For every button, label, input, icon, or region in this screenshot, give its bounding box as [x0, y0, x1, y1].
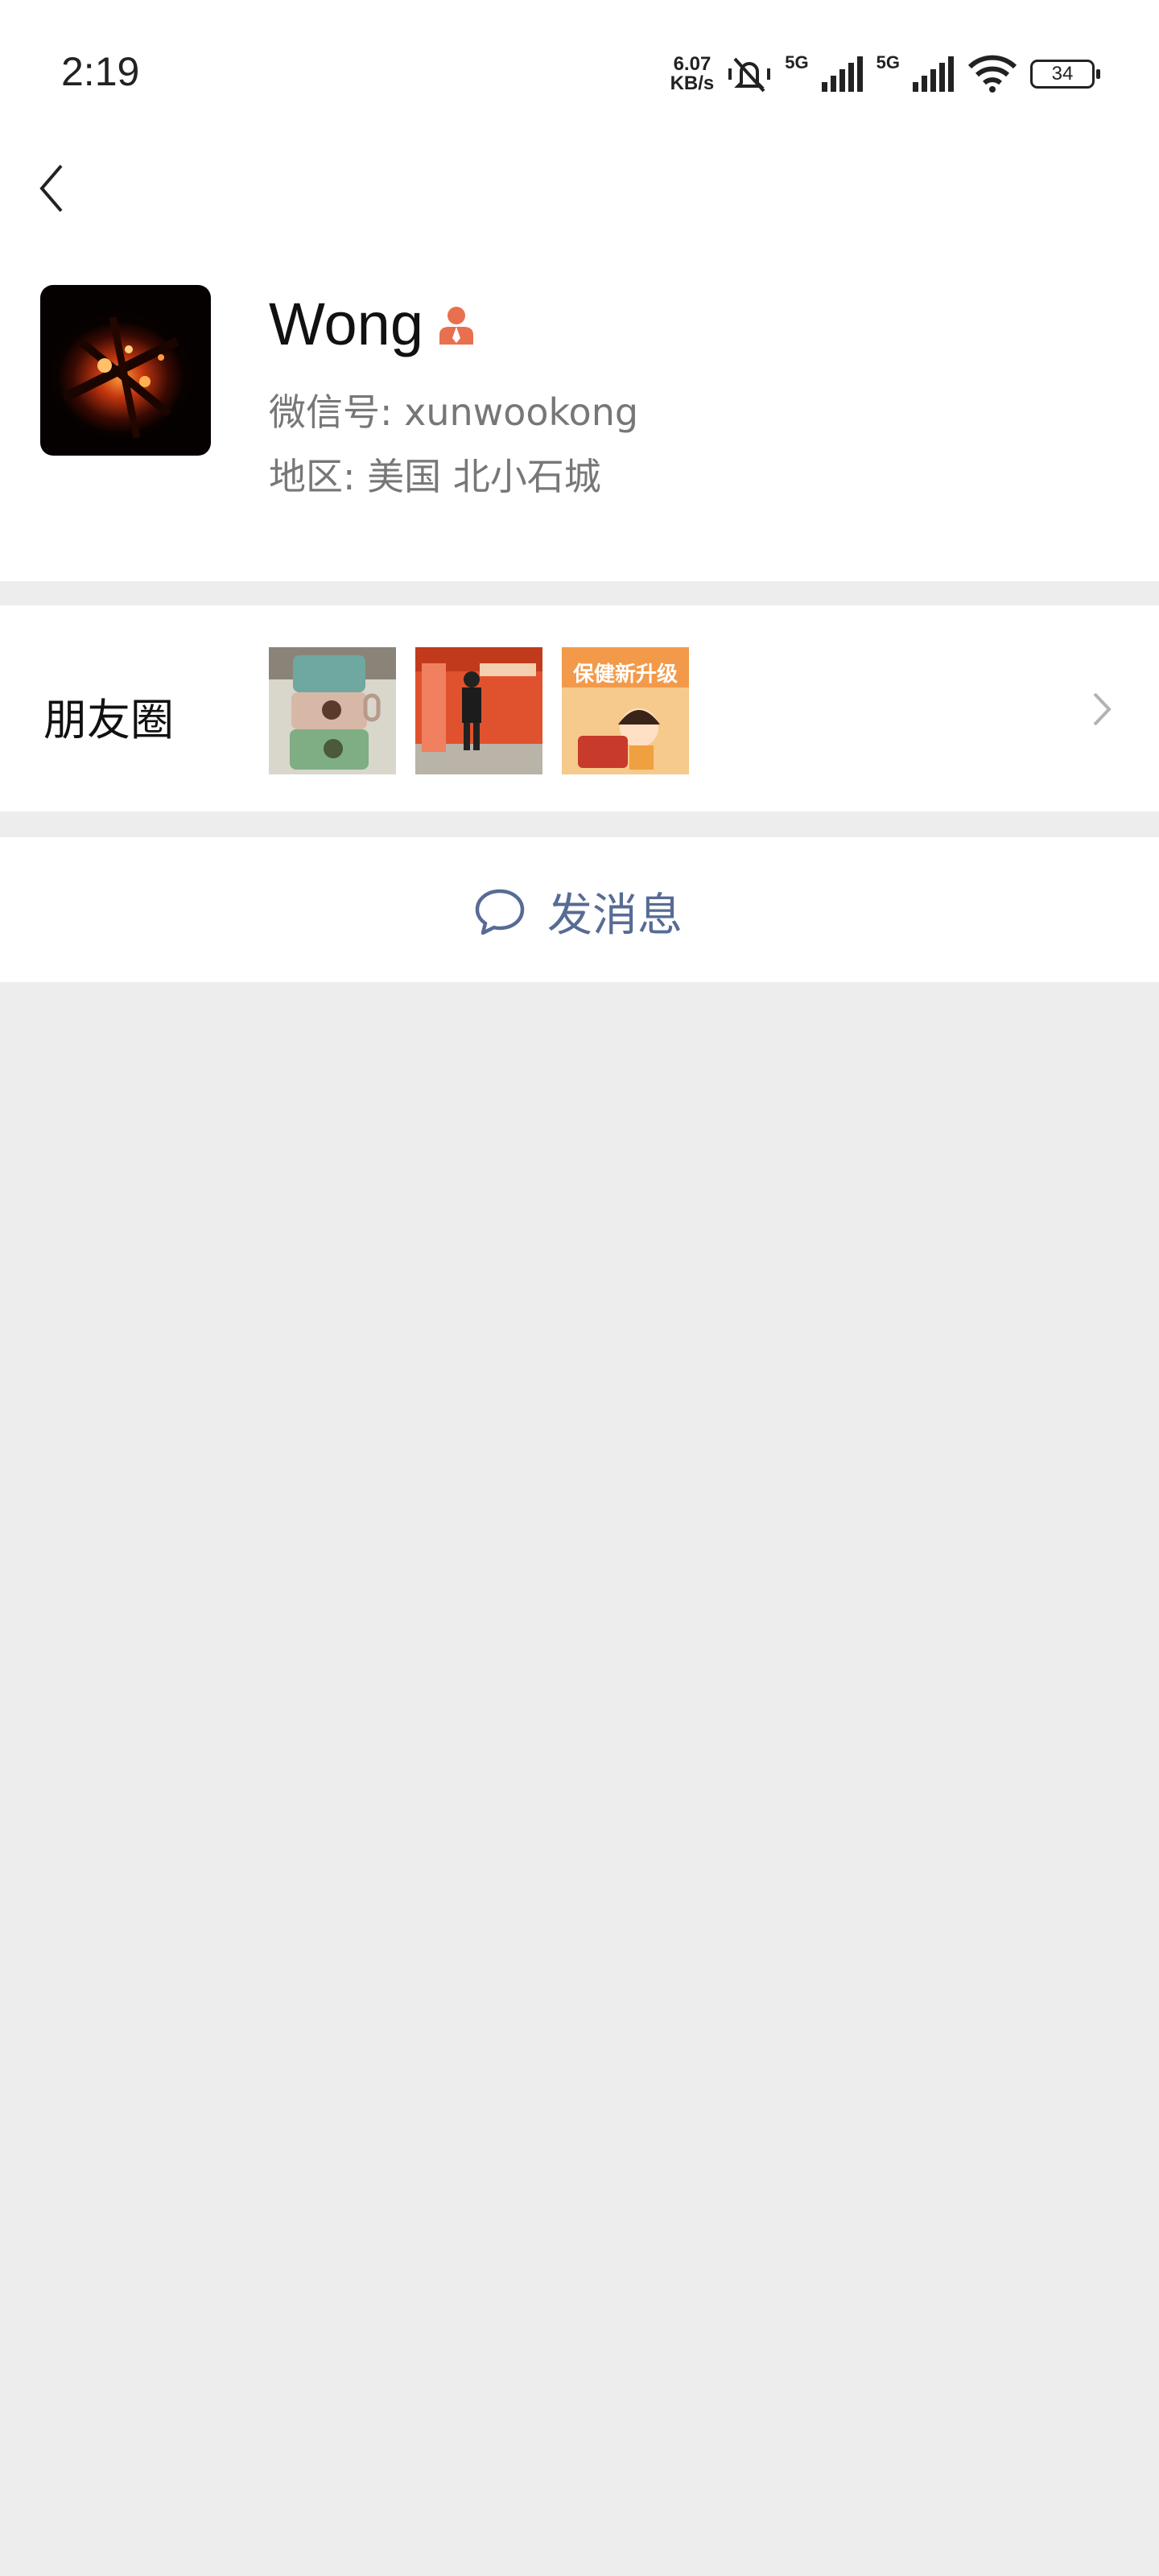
signal-strength-icon: [913, 56, 954, 92]
network-speed-value: 6.07: [673, 53, 711, 75]
sim1-network-type: 5G: [785, 52, 809, 72]
send-message-button[interactable]: 发消息: [0, 837, 1159, 982]
thumbnail-image: [415, 647, 542, 774]
status-icons: 6.07 KB/s 5G 5G 34: [670, 50, 1100, 98]
status-bar: 2:19 6.07 KB/s 5G 5G 34: [0, 0, 1159, 145]
moments-label: 朋友圈: [43, 695, 174, 745]
avatar[interactable]: [40, 285, 211, 456]
sim2-network-type: 5G: [876, 52, 900, 72]
region: 地区: 美国 北小石城: [269, 455, 601, 498]
chevron-left-icon: [39, 164, 63, 213]
mute-vibrate-icon: [728, 57, 771, 93]
thumbnail-image: 保健新升级: [562, 647, 689, 774]
moments-thumbnail: [415, 647, 542, 774]
network-speed-unit: KB/s: [670, 72, 715, 94]
moments-thumbnail: [269, 647, 396, 774]
gender-badge-icon: [439, 306, 473, 345]
back-button[interactable]: [32, 153, 72, 217]
contact-name: Wong: [269, 291, 423, 357]
network-speed: 6.07 KB/s: [670, 55, 715, 93]
wechat-id: 微信号: xunwookong: [269, 390, 639, 434]
avatar-image: [40, 285, 211, 456]
name-row: Wong: [269, 290, 476, 358]
chat-bubble-icon: [475, 889, 525, 935]
moments-row[interactable]: 朋友圈 保健新升级: [0, 605, 1159, 811]
thumbnail-image: [269, 647, 396, 774]
status-time: 2:19: [61, 49, 140, 94]
battery-indicator: 34: [1030, 60, 1100, 89]
thumbnail-caption: 保健新升级: [572, 662, 678, 687]
wifi-icon: [967, 55, 1017, 93]
send-message-content: 发消息: [473, 879, 683, 944]
signal-strength-icon: [821, 56, 863, 92]
profile-card: Wong 微信号: xunwookong 地区: 美国 北小石城: [0, 145, 1159, 581]
send-message-label: 发消息: [547, 890, 683, 942]
moments-thumbnail: 保健新升级: [562, 647, 689, 774]
chevron-right-icon: [1093, 692, 1112, 726]
